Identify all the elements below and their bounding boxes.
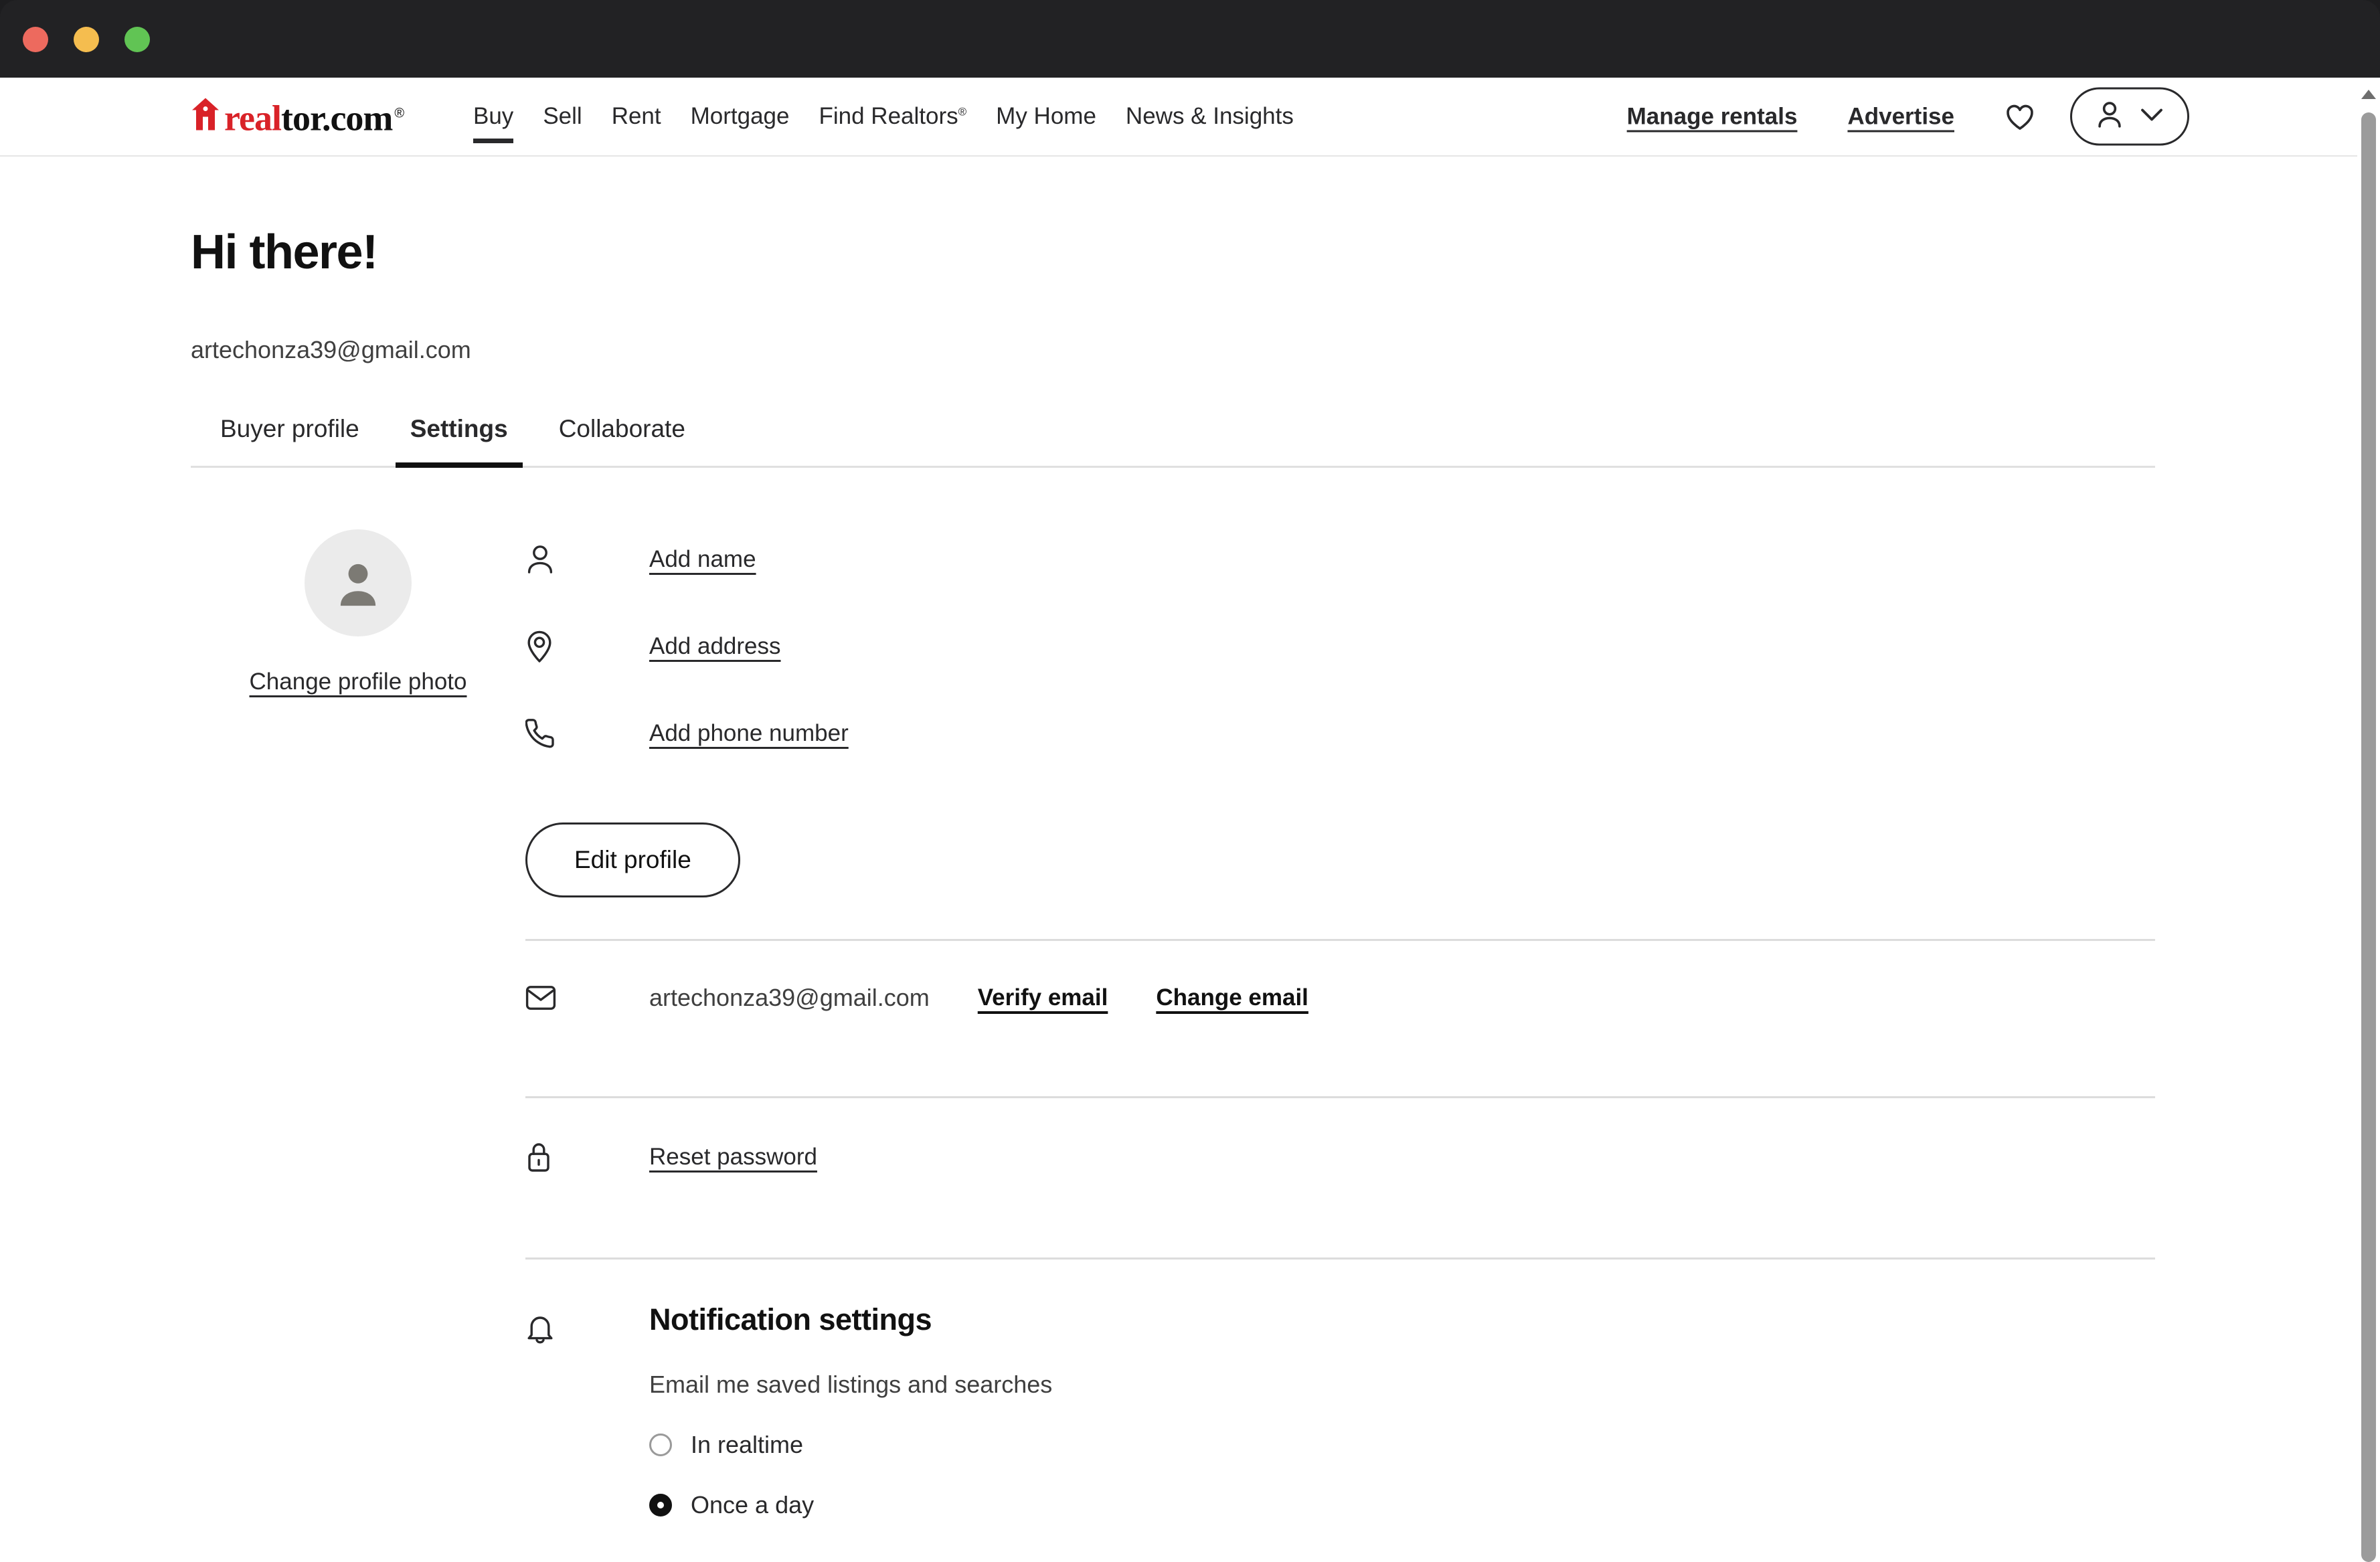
email-address-value: artechonza39@gmail.com: [649, 984, 930, 1011]
browser-viewport: real tor.com ® Buy Sell Rent Mortgage Fi…: [0, 78, 2380, 1562]
add-address-link[interactable]: Add address: [649, 633, 781, 660]
radio-label: In realtime: [691, 1431, 804, 1458]
nav-label: My Home: [996, 103, 1096, 129]
radio-label: Once a day: [691, 1491, 815, 1518]
nav-label: Mortgage: [690, 103, 790, 129]
radio-button[interactable]: [649, 1434, 672, 1456]
profile-tabs: Buyer profile Settings Collaborate: [191, 415, 2155, 468]
detail-row-phone: Add phone number: [525, 690, 2179, 777]
tab-collaborate[interactable]: Collaborate: [544, 415, 700, 466]
main-navigation: Buy Sell Rent Mortgage Find Realtors® My…: [458, 80, 1308, 153]
advertise-link[interactable]: Advertise: [1847, 103, 1954, 130]
nav-label: Find Realtors: [819, 103, 958, 129]
tab-buyer-profile[interactable]: Buyer profile: [205, 415, 374, 466]
tab-settings[interactable]: Settings: [395, 415, 523, 468]
logo-text-real: real: [224, 98, 282, 139]
nav-item-my-home[interactable]: My Home: [981, 80, 1111, 153]
account-email-text: artechonza39@gmail.com: [191, 336, 471, 363]
verify-email-link[interactable]: Verify email: [978, 984, 1108, 1011]
email-section: artechonza39@gmail.com Verify email Chan…: [525, 941, 2179, 1055]
default-avatar-icon: [340, 563, 376, 606]
notification-settings-content: Notification settings Email me saved lis…: [649, 1302, 1052, 1519]
radio-button[interactable]: [649, 1494, 672, 1516]
add-name-link[interactable]: Add name: [649, 546, 756, 573]
detail-row-address: Add address: [525, 603, 2179, 690]
password-section: Reset password: [525, 1098, 2179, 1216]
maximize-window-button[interactable]: [124, 27, 150, 52]
traffic-light-buttons: [23, 27, 150, 52]
page-title: Hi there!: [191, 226, 378, 279]
tab-label: Settings: [410, 415, 508, 442]
nav-registered-mark: ®: [958, 105, 967, 118]
window-chrome: [0, 0, 2380, 78]
nav-item-mortgage[interactable]: Mortgage: [676, 80, 804, 153]
scroll-up-arrow-icon[interactable]: [2361, 90, 2376, 102]
realtor-logo[interactable]: real tor.com ®: [191, 97, 404, 137]
nav-item-rent[interactable]: Rent: [597, 80, 676, 153]
nav-item-find-realtors[interactable]: Find Realtors®: [804, 80, 982, 153]
reset-password-link[interactable]: Reset password: [649, 1144, 817, 1170]
logo-registered-mark: ®: [394, 106, 405, 121]
site-header: real tor.com ® Buy Sell Rent Mortgage Fi…: [0, 78, 2380, 157]
logo-text-torcom: tor.com: [280, 98, 393, 139]
nav-label: Buy: [473, 103, 514, 129]
vertical-scrollbar[interactable]: [2357, 78, 2380, 1562]
avatar-column: Change profile photo: [191, 516, 525, 1519]
radio-option-in-realtime[interactable]: In realtime: [649, 1431, 1052, 1459]
notification-settings-section: Notification settings Email me saved lis…: [525, 1260, 2179, 1519]
nav-item-sell[interactable]: Sell: [528, 80, 596, 153]
add-phone-number-link[interactable]: Add phone number: [649, 720, 849, 747]
lock-icon: [525, 1141, 592, 1173]
notification-settings-subtitle: Email me saved listings and searches: [649, 1371, 1053, 1398]
nav-item-news-insights[interactable]: News & Insights: [1111, 80, 1308, 153]
change-email-link[interactable]: Change email: [1156, 984, 1308, 1011]
change-profile-photo-link[interactable]: Change profile photo: [250, 669, 467, 695]
avatar[interactable]: [305, 529, 412, 636]
tab-label: Collaborate: [558, 415, 685, 442]
nav-label: Sell: [543, 103, 582, 129]
house-icon: [191, 97, 220, 135]
settings-content: Change profile photo Add name Add addres…: [191, 516, 2380, 1519]
heart-icon[interactable]: [2005, 102, 2035, 131]
scrollbar-thumb[interactable]: [2361, 112, 2376, 1562]
notification-settings-title: Notification settings: [649, 1302, 932, 1336]
nav-label: Rent: [611, 103, 661, 129]
nav-label: News & Insights: [1125, 103, 1294, 129]
bell-icon: [525, 1302, 592, 1519]
tab-label: Buyer profile: [220, 415, 359, 442]
account-menu-button[interactable]: [2070, 87, 2189, 146]
phone-icon: [525, 718, 592, 749]
profile-details-column: Add name Add address Add phone number Ed…: [525, 516, 2179, 1519]
close-window-button[interactable]: [23, 27, 48, 52]
person-icon: [2096, 100, 2123, 133]
radio-option-once-a-day[interactable]: Once a day: [649, 1491, 1052, 1519]
detail-row-name: Add name: [525, 516, 2179, 603]
header-utility-area: Manage rentals Advertise: [1627, 87, 2189, 146]
person-icon: [525, 543, 592, 576]
edit-profile-button[interactable]: Edit profile: [525, 822, 740, 897]
settings-page: Hi there! artechonza39@gmail.com Buyer p…: [0, 225, 2380, 1519]
nav-item-buy[interactable]: Buy: [458, 80, 528, 153]
envelope-icon: [525, 985, 592, 1011]
minimize-window-button[interactable]: [74, 27, 99, 52]
location-pin-icon: [525, 630, 592, 663]
manage-rentals-link[interactable]: Manage rentals: [1627, 103, 1798, 130]
chevron-down-icon: [2140, 108, 2163, 126]
